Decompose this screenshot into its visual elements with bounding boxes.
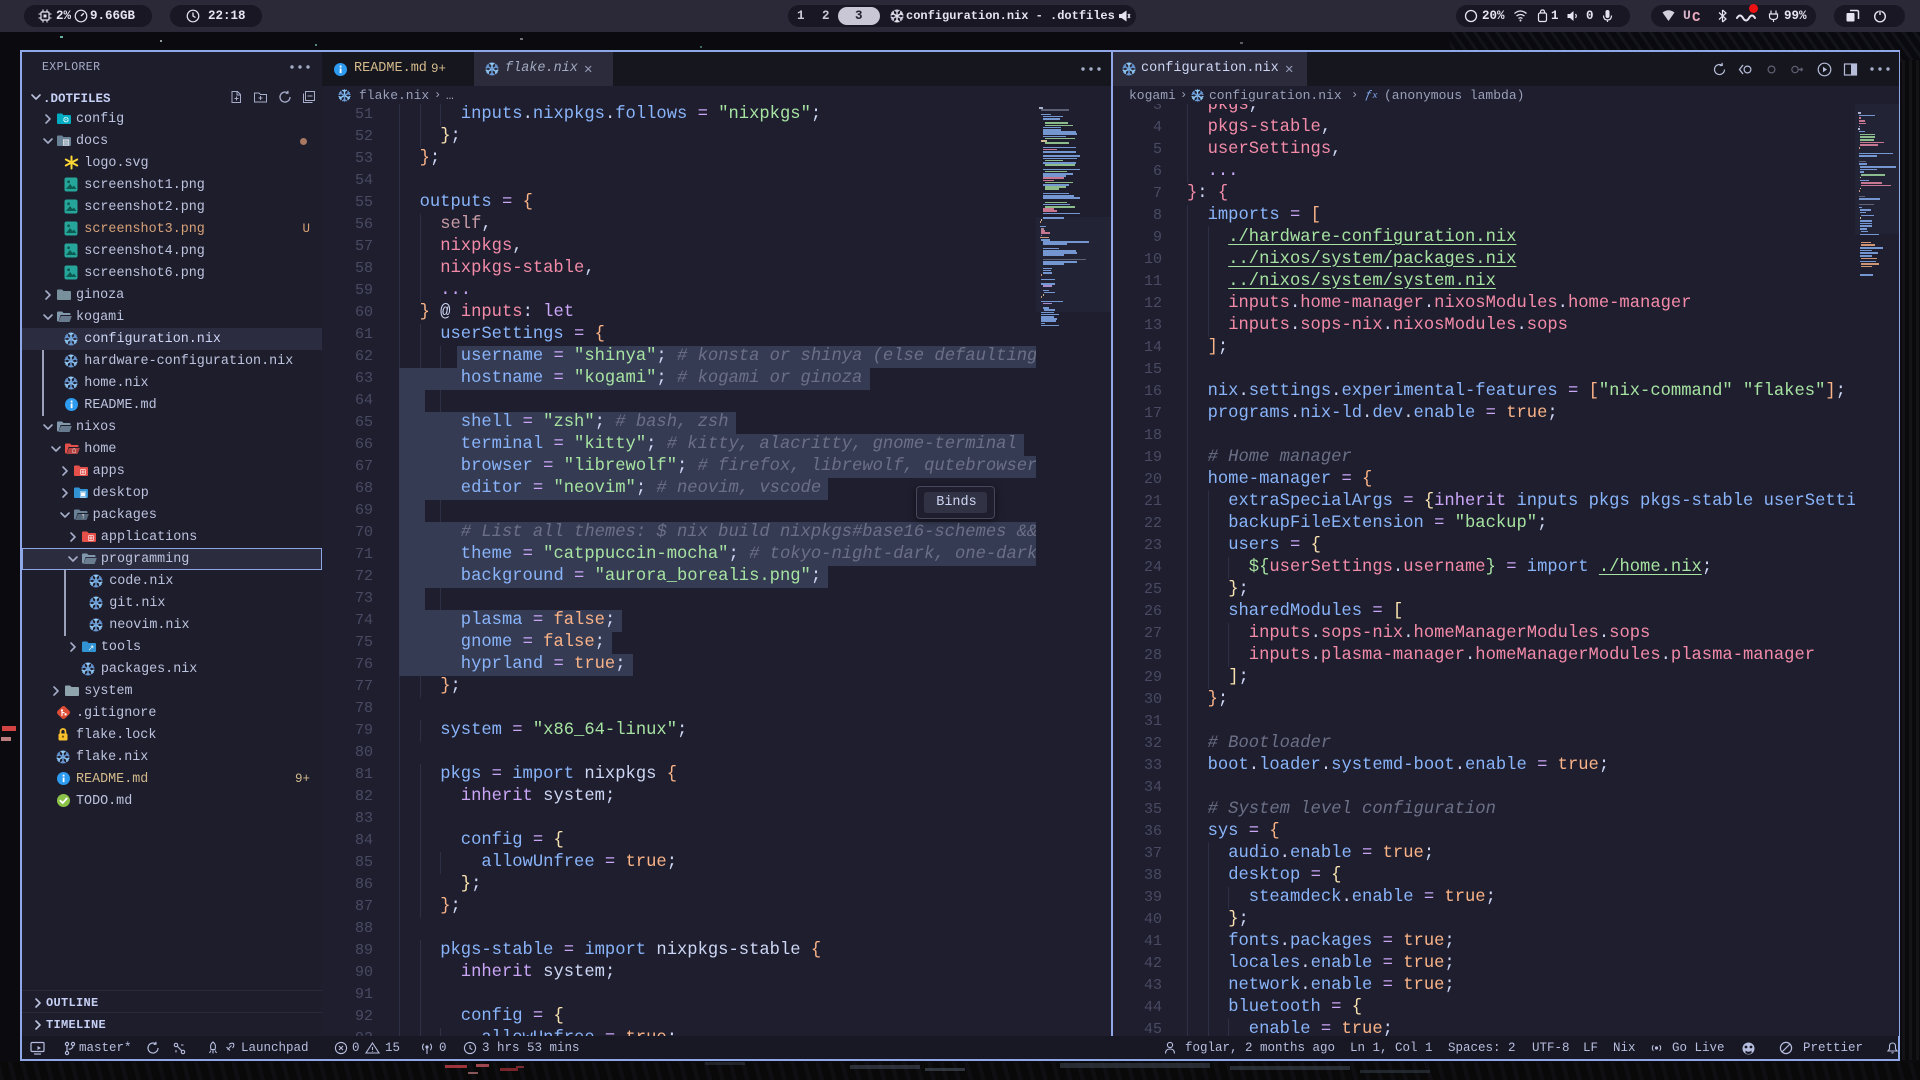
svg-text:↗: ↗ — [88, 644, 95, 653]
svg-text:▣: ▣ — [79, 490, 87, 499]
svg-text:↑: ↑ — [81, 512, 85, 521]
svg-text:⊞: ⊞ — [79, 468, 86, 477]
svg-text:⊞: ⊞ — [88, 534, 95, 543]
svg-text:▤: ▤ — [62, 138, 70, 147]
svg-text:⚙: ⚙ — [62, 116, 69, 125]
svg-text:⌂: ⌂ — [72, 446, 77, 455]
